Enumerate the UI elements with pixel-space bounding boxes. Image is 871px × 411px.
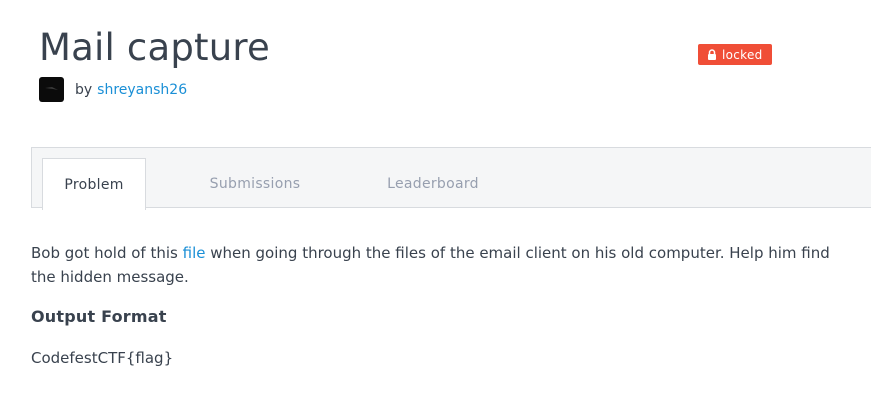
status-badge: locked (698, 44, 772, 65)
status-badge-label: locked (722, 47, 763, 62)
tab-submissions[interactable]: Submissions (192, 158, 318, 210)
problem-description: Bob got hold of this file when going thr… (31, 241, 841, 289)
lock-icon (707, 49, 717, 60)
author-line: by shreyansh26 (39, 77, 187, 102)
output-format-heading: Output Format (31, 307, 167, 326)
page-title: Mail capture (39, 26, 270, 69)
description-text-start: Bob got hold of this (31, 244, 183, 262)
output-format-text: CodefestCTF{flag} (31, 349, 174, 367)
author-by-label: by (75, 81, 93, 98)
author-link[interactable]: shreyansh26 (97, 82, 187, 98)
avatar[interactable] (39, 77, 64, 102)
tab-leaderboard[interactable]: Leaderboard (370, 158, 496, 210)
tab-problem[interactable]: Problem (42, 158, 146, 210)
file-link[interactable]: file (183, 244, 206, 262)
tab-bar: Problem Submissions Leaderboard (31, 147, 871, 210)
